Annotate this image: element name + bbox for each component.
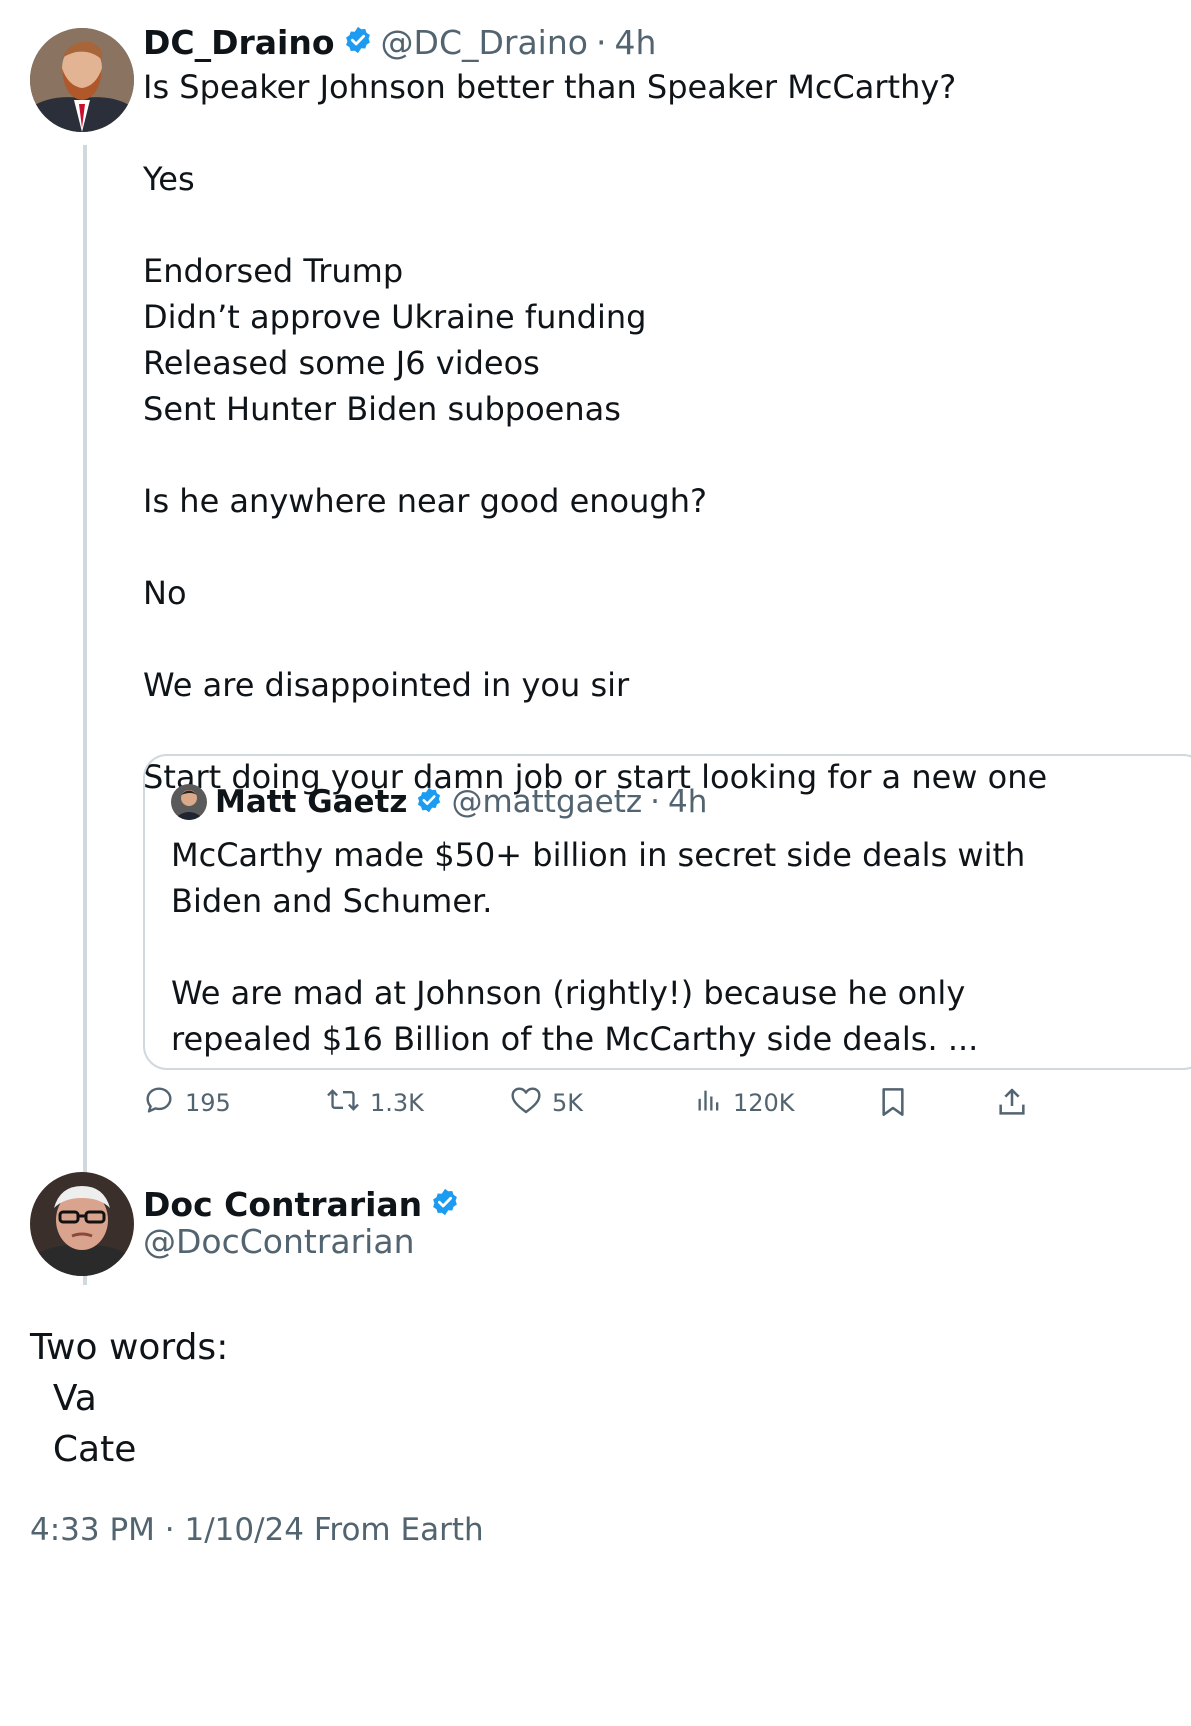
quoted-tweet-header: Matt Gaetz @mattgaetz · 4h (171, 782, 707, 822)
verified-badge-icon (430, 1187, 460, 1221)
reply-button[interactable]: 195 (143, 1084, 231, 1122)
retweet-button[interactable]: 1.3K (326, 1084, 424, 1122)
share-icon (996, 1088, 1028, 1122)
views-chart-icon (695, 1086, 723, 1120)
verified-badge-icon (343, 25, 373, 59)
retweet-count: 1.3K (370, 1089, 424, 1117)
quoted-timestamp[interactable]: 4h (668, 784, 707, 820)
avatar-dc-draino[interactable] (30, 28, 134, 132)
reply-count: 195 (185, 1089, 231, 1117)
avatar-image (30, 1172, 134, 1276)
reply-display-name[interactable]: Doc Contrarian (143, 1185, 422, 1224)
main-tweet-text: Is Speaker Johnson better than Speaker M… (143, 68, 1048, 796)
views-button[interactable]: 120K (695, 1084, 795, 1122)
reply-handle[interactable]: @DocContrarian (143, 1222, 415, 1261)
verified-badge-icon (415, 786, 443, 818)
main-tweet-header: DC_Draino @DC_Draino · 4h (143, 20, 656, 64)
bookmark-button[interactable] (878, 1086, 908, 1122)
quoted-tweet-card[interactable]: Matt Gaetz @mattgaetz · 4h McCarthy made… (143, 754, 1191, 1070)
like-button[interactable]: 5K (510, 1084, 583, 1122)
reply-tweet-text: Two words: Va Cate (30, 1327, 229, 1470)
display-name[interactable]: DC_Draino (143, 23, 335, 62)
avatar-image (30, 28, 134, 132)
timestamp[interactable]: 4h (614, 23, 656, 62)
handle[interactable]: @DC_Draino (381, 23, 588, 62)
reply-timestamp[interactable]: 4:33 PM · 1/10/24 From Earth (30, 1512, 484, 1548)
reply-icon (143, 1084, 175, 1122)
quoted-tweet-text: McCarthy made $50+ billion in secret sid… (171, 836, 1026, 1058)
retweet-icon (326, 1085, 360, 1121)
like-count: 5K (552, 1089, 584, 1117)
bookmark-icon (878, 1088, 908, 1122)
reply-tweet-header: Doc Contrarian (143, 1182, 460, 1226)
thread-line (83, 145, 87, 1285)
avatar-matt-gaetz (171, 784, 207, 820)
heart-icon (510, 1085, 542, 1121)
views-count: 120K (733, 1089, 795, 1117)
quoted-handle[interactable]: @mattgaetz (451, 784, 642, 820)
separator-dot: · (595, 22, 607, 62)
share-button[interactable] (996, 1086, 1028, 1122)
avatar-doc-contrarian[interactable] (30, 1172, 134, 1276)
quoted-display-name[interactable]: Matt Gaetz (215, 784, 407, 820)
separator-dot: · (650, 784, 660, 820)
